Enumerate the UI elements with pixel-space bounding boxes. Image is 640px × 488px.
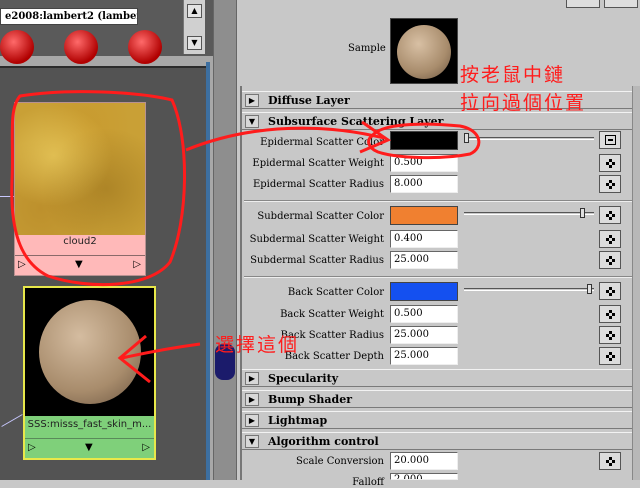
annotation-instruction-line1: 按老鼠中鏈 (460, 64, 566, 86)
red-drag-arrow (185, 126, 385, 152)
annotation-select-this: 選擇這個 (215, 334, 300, 356)
red-select-arrowhead (117, 334, 151, 384)
red-circle-around-cloud-node (10, 90, 186, 287)
annotation-instruction-line2: 拉向過個位置 (460, 92, 587, 114)
